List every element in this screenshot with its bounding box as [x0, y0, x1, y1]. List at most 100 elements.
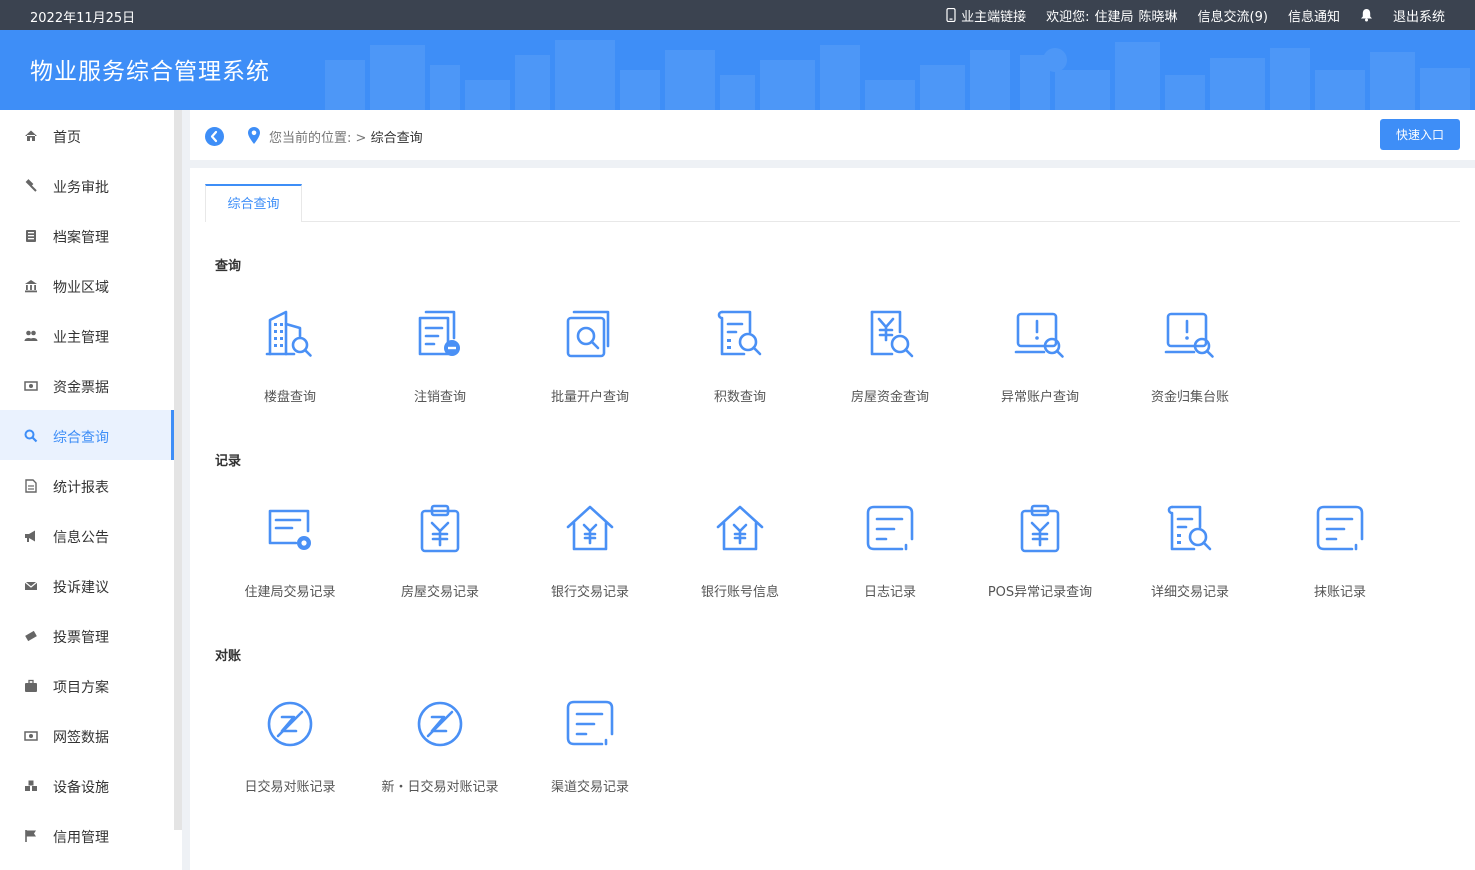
sidebar-menu: 首页业务审批档案管理物业区域 业主管理资金票据综合查询 统计报表信息公告投诉建议投票…: [0, 110, 182, 870]
top-bar-actions: 业主端链接 欢迎您: 住建局 陈晓琳 信息交流(9) 信息通知 退出系统: [946, 0, 1445, 30]
sidebar-item[interactable]: 资金票据: [0, 360, 174, 410]
function-tile-label: 银行账号信息: [700, 585, 779, 600]
sidebar-item-label: 首页: [53, 130, 81, 146]
notices-link[interactable]: 信息通知: [1288, 6, 1340, 25]
function-tile-query[interactable]: 房屋资金查询: [815, 296, 965, 426]
function-tile-label: 异常账户查询: [1000, 390, 1079, 405]
sidebar-item[interactable]: 投诉建议: [0, 560, 174, 610]
quick-entry-button[interactable]: 快速入口: [1380, 119, 1460, 150]
sidebar-item-label: 投诉建议: [53, 580, 109, 596]
function-tile-query[interactable]: 批量开户查询: [515, 296, 665, 426]
house-yuan-icon: [566, 505, 614, 551]
sidebar-item[interactable]: 业主管理: [0, 310, 174, 360]
function-tile-label: 房屋资金查询: [850, 390, 929, 405]
logout-link[interactable]: 退出系统: [1393, 6, 1445, 25]
clipboard-yuan-icon: [420, 504, 460, 553]
breadcrumb-current: 综合查询: [370, 131, 423, 146]
alert-search-icon: [1164, 312, 1214, 358]
megaphone-icon: [25, 530, 35, 542]
user-org: 住建局: [1094, 9, 1134, 25]
search-icon: [24, 429, 38, 443]
sidebar-scrollbar[interactable]: [174, 110, 182, 830]
sidebar-item[interactable]: 综合查询: [0, 410, 174, 460]
breadcrumb-separator: >: [355, 131, 367, 146]
function-tile-label: 楼盘查询: [263, 390, 316, 405]
chevron-left-icon: [210, 130, 218, 143]
bank-icon: [25, 280, 37, 293]
sidebar-item[interactable]: 网签数据: [0, 710, 174, 760]
sidebar-item-label: 档案管理: [53, 230, 109, 246]
sidebar-item[interactable]: 信用管理: [0, 810, 174, 860]
sidebar-item-label: 业务审批: [53, 180, 109, 196]
function-tile-label: 资金归集台账: [1150, 390, 1229, 405]
briefcase-icon: [25, 679, 37, 692]
archive-icon: [26, 230, 36, 242]
function-tile-label: 新・日交易对账记录: [381, 780, 499, 795]
sidebar-item[interactable]: 业务审批: [0, 160, 174, 210]
note-icon: [1316, 505, 1364, 551]
function-tile-records[interactable]: 详细交易记录: [1115, 491, 1265, 621]
function-tile-query[interactable]: 注销查询: [365, 296, 515, 426]
function-tile-query[interactable]: 楼盘查询: [215, 296, 365, 426]
reconcile-circle-icon: [417, 701, 463, 747]
money-icon: [24, 381, 38, 391]
sidebar-item[interactable]: 设备设施: [0, 760, 174, 810]
sidebar-item-label: 资金票据: [53, 380, 109, 396]
tab-comprehensive-query[interactable]: 综合查询: [205, 184, 302, 222]
flag-icon: [25, 830, 36, 842]
sidebar-item[interactable]: 项目方案: [0, 660, 174, 710]
sidebar-item[interactable]: 投票管理: [0, 610, 174, 660]
reconcile-circle-icon: [267, 701, 313, 747]
form-gear-icon: [268, 509, 311, 550]
section-title-records: 记录: [215, 454, 242, 469]
gavel-icon: [25, 179, 37, 192]
back-button[interactable]: [205, 127, 224, 146]
sidebar-item[interactable]: 档案管理: [0, 210, 174, 260]
owner-link-label: 业主端链接: [961, 9, 1027, 25]
function-tile-reconcile[interactable]: 渠道交易记录: [515, 686, 665, 816]
alert-search-icon: [1014, 312, 1064, 358]
function-tile-query[interactable]: 积数查询: [665, 296, 815, 426]
building-search-icon: [265, 310, 312, 357]
breadcrumb: 您当前的位置: > 综合查询: [269, 127, 423, 146]
top-bar: 2022年11月25日 业主端链接 欢迎您: 住建局 陈晓琳 信息交流(9) 信…: [0, 0, 1475, 30]
sidebar-item[interactable]: 物业区域: [0, 260, 174, 310]
function-tile-label: 日志记录: [863, 585, 916, 600]
function-tile-records[interactable]: POS异常记录查询: [965, 491, 1115, 621]
sidebar-item[interactable]: 统计报表: [0, 460, 174, 510]
function-tile-reconcile[interactable]: 日交易对账记录: [215, 686, 365, 816]
sidebar-item[interactable]: 首页: [0, 110, 174, 160]
function-tile-label: 抹账记录: [1313, 585, 1366, 600]
section-title-reconcile: 对账: [215, 649, 242, 664]
function-tile-records[interactable]: 银行交易记录: [515, 491, 665, 621]
sidebar-item-label: 信息公告: [53, 530, 109, 546]
bell-icon[interactable]: [1360, 8, 1373, 22]
function-tile-query[interactable]: 异常账户查询: [965, 296, 1115, 426]
system-title: 物业服务综合管理系统: [30, 59, 270, 85]
function-tile-records[interactable]: 房屋交易记录: [365, 491, 515, 621]
breadcrumb-bar: 您当前的位置: > 综合查询 快速入口: [190, 110, 1475, 160]
function-tile-label: 银行交易记录: [550, 585, 629, 600]
cubes-icon: [25, 780, 37, 791]
city-skyline-decoration: [325, 40, 1470, 110]
house-yuan-icon: [716, 505, 764, 551]
function-tile-label: 注销查询: [413, 390, 466, 405]
owner-link[interactable]: 业主端链接: [946, 6, 1026, 25]
function-tile-query[interactable]: 资金归集台账: [1115, 296, 1265, 426]
breadcrumb-prefix: 您当前的位置:: [269, 131, 352, 146]
sidebar-item-label: 网签数据: [53, 730, 109, 746]
function-tile-records[interactable]: 银行账号信息: [665, 491, 815, 621]
sidebar-item[interactable]: 信息公告: [0, 510, 174, 560]
messages-link[interactable]: 信息交流(9): [1198, 6, 1268, 25]
function-tile-records[interactable]: 住建局交易记录: [215, 491, 365, 621]
clipboard-yuan-icon: [1020, 504, 1060, 553]
function-tile-records[interactable]: 日志记录: [815, 491, 965, 621]
function-tile-label: POS异常记录查询: [987, 585, 1093, 600]
function-tile-label: 积数查询: [713, 390, 766, 405]
scroll-search-icon: [717, 310, 762, 356]
function-tile-reconcile[interactable]: 新・日交易对账记录: [365, 686, 515, 816]
batch-search-icon: [566, 310, 610, 358]
function-tile-records[interactable]: 抹账记录: [1265, 491, 1415, 621]
header-banner: 物业服务综合管理系统: [0, 30, 1475, 110]
sidebar-item-label: 信用管理: [53, 830, 109, 846]
